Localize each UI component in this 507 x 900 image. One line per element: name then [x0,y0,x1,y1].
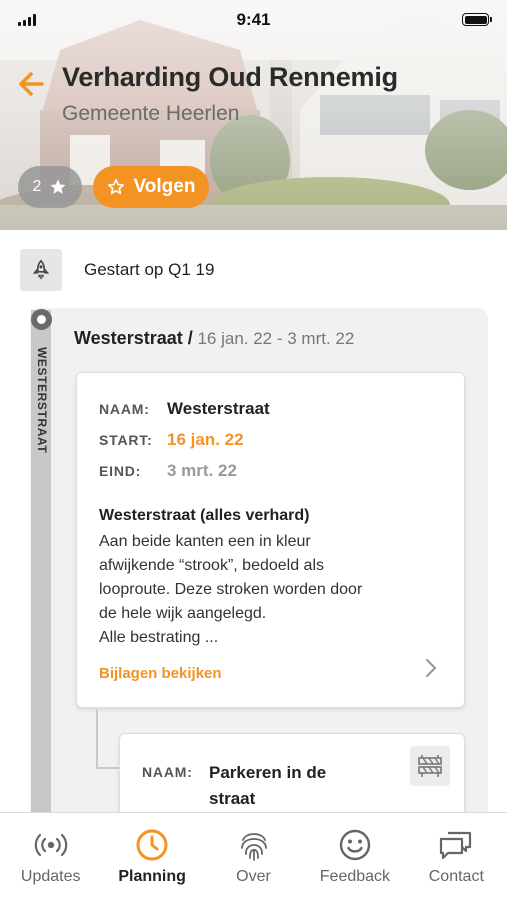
road-barrier-icon-box [410,746,450,786]
subphase-name-key: NAAM: [142,764,193,780]
started-row: Gestart op Q1 19 [20,249,214,291]
tab-bar: Updates Planning Over Feedback Contact [0,812,507,900]
follow-button[interactable]: Volgen [93,166,209,208]
fingerprint-icon [240,833,267,861]
start-value: 16 jan. 22 [167,430,244,449]
name-key: NAAM: [99,401,150,417]
star-count-value: 2 [32,178,42,195]
phase-card[interactable]: NAAM: Westerstraat START: 16 jan. 22 EIN… [76,372,465,708]
rail-label: WESTERSTRAAT [35,347,49,454]
tab-feedback[interactable]: Feedback [304,813,405,900]
clock-icon [136,829,168,861]
tab-label: Contact [428,868,484,885]
timeline-connector [96,709,98,769]
star-count-badge: 2 [18,166,82,208]
broadcast-icon [34,833,67,857]
chevron-right-icon[interactable] [424,657,438,679]
follow-label: Volgen [133,176,196,197]
battery-icon [462,13,492,26]
status-time: 9:41 [236,10,271,29]
name-value: Westerstraat [167,399,270,418]
description-line: Aan beide kanten een in kleur [99,533,311,550]
start-row: START: 16 jan. 22 [99,430,244,450]
end-key: EIND: [99,463,142,479]
page-subtitle: Gemeente Heerlen [62,102,240,125]
status-bar: 9:41 [0,0,507,40]
name-row: NAAM: Westerstraat [99,399,270,419]
tab-label: Feedback [319,868,391,885]
started-label: Gestart op Q1 19 [84,260,215,279]
subphase-name-value: Parkeren in de straat [209,760,359,812]
description-line: looproute. Deze stroken worden door [99,581,363,598]
description-line: Alle bestrating ... [99,629,219,646]
smiley-icon [339,829,371,861]
star-outline-icon [107,179,124,195]
timeline-dot [31,309,52,330]
description-title: Westerstraat (alles verhard) [99,507,310,524]
description: Aan beide kanten een in kleur afwijkende… [99,530,399,650]
rocket-icon [32,259,50,280]
end-value: 3 mrt. 22 [167,461,237,480]
tab-label: Over [236,868,271,885]
section-title-dates: 16 jan. 22 - 3 mrt. 22 [192,329,355,348]
section-title: Westerstraat / 16 jan. 22 - 3 mrt. 22 [74,328,354,349]
tab-label: Planning [118,868,186,885]
rocket-icon-box [20,249,62,291]
tab-contact[interactable]: Contact [406,813,507,900]
description-line: afwijkende “strook”, bedoeld als [99,557,325,574]
tab-label: Updates [20,868,81,885]
attachments-link[interactable]: Bijlagen bekijken [99,665,222,682]
start-key: START: [99,432,153,448]
timeline-connector-branch [96,767,120,769]
page-title: Verharding Oud Rennemig [62,62,398,92]
star-filled-icon [50,179,66,194]
arrow-left-icon [19,72,44,96]
subphase-name-line: straat [209,789,256,808]
back-button[interactable] [14,66,50,102]
end-row: EIND: 3 mrt. 22 [99,461,237,481]
tab-updates[interactable]: Updates [0,813,101,900]
road-barrier-icon [418,755,442,777]
tab-over[interactable]: Over [203,813,304,900]
subphase-name-line: Parkeren in de [209,763,327,782]
tab-planning[interactable]: Planning [101,813,202,900]
section-title-name: Westerstraat / [74,328,193,348]
chat-icon [440,831,472,860]
description-line: de hele wijk aangelegd. [99,605,267,622]
